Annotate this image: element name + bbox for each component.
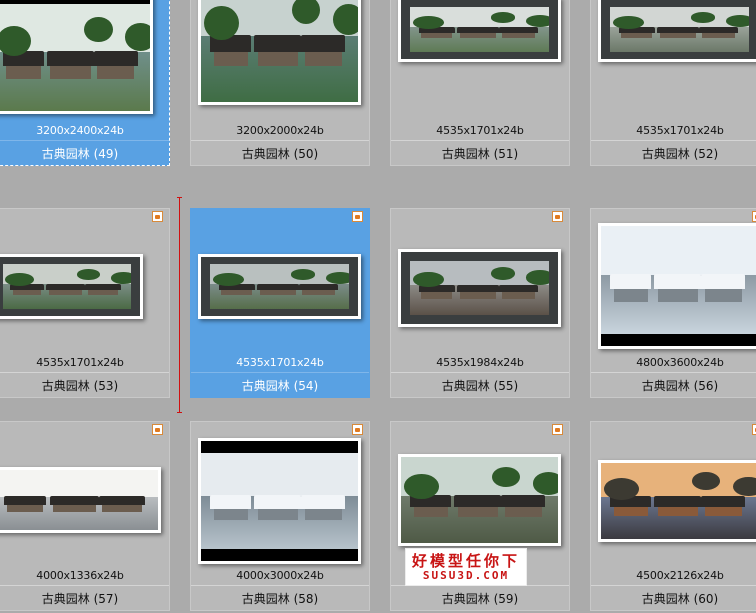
thumbnail-area [0, 422, 169, 566]
image-type-icon [552, 211, 563, 222]
image-type-icon [152, 211, 163, 222]
thumbnail-image[interactable] [0, 467, 161, 533]
watermark-slogan: 好模型任你下 [411, 552, 520, 570]
thumbnail-area [591, 422, 756, 566]
file-name-label[interactable]: 古典园林 (56) [591, 377, 756, 394]
thumbnail-tile[interactable]: 4535x1701x24b 古典园林 (53) [0, 208, 170, 398]
thumbnail-tile[interactable]: 4000x3000x24b 古典园林 (58) [190, 421, 370, 611]
file-name-label[interactable]: 古典园林 (50) [191, 145, 369, 162]
file-name-label[interactable]: 古典园林 (52) [591, 145, 756, 162]
thumbnail-grid: 3200x2400x24b 古典园林 (49) 3200x2000x24b 古典园林 … [0, 0, 756, 613]
caption-divider [591, 140, 756, 141]
image-dimensions: 4535x1701x24b [36, 356, 124, 369]
image-dimensions: 3200x2000x24b [236, 124, 324, 137]
image-type-icon [752, 211, 756, 222]
thumbnail-area [391, 422, 569, 566]
file-name-label[interactable]: 古典园林 (58) [191, 590, 369, 607]
thumbnail-tile[interactable]: 4000x1336x24b 古典园林 (57) [0, 421, 170, 611]
image-dimensions: 4535x1701x24b [236, 356, 324, 369]
thumbnail-area [191, 422, 369, 566]
caption-divider [191, 140, 369, 141]
thumbnail-area [591, 209, 756, 353]
thumbnail-tile[interactable]: 4800x3600x24b 古典园林 (56) [590, 208, 756, 398]
caption-divider [391, 140, 569, 141]
thumbnail-tile[interactable]: 3200x2400x24b 古典园林 (49) [0, 0, 170, 166]
thumbnail-image[interactable] [198, 0, 361, 105]
thumbnail-image[interactable] [0, 0, 153, 114]
caption-divider [0, 372, 169, 373]
image-dimensions: 4535x1984x24b [436, 356, 524, 369]
caption-divider [391, 372, 569, 373]
thumbnail-area [191, 0, 369, 121]
thumbnail-tile[interactable]: 4535x1984x24b 古典园林 (55) [390, 208, 570, 398]
thumbnail-area [191, 209, 369, 353]
caption-divider [191, 372, 369, 373]
thumbnail-area [591, 0, 756, 121]
image-type-icon [352, 211, 363, 222]
thumbnail-image[interactable] [198, 254, 361, 319]
image-dimensions: 4500x2126x24b [636, 569, 724, 582]
thumbnail-image[interactable] [0, 254, 143, 319]
file-name-label[interactable]: 古典园林 (53) [0, 377, 169, 394]
file-name-label[interactable]: 古典园林 (49) [0, 145, 169, 162]
thumbnail-tile[interactable]: 4535x1701x24b 古典园林 (52) [590, 0, 756, 166]
thumbnail-tile[interactable]: 4500x2126x24b 古典园林 (60) [590, 421, 756, 611]
thumbnail-area [391, 0, 569, 121]
thumbnail-image[interactable] [598, 460, 756, 542]
image-type-icon [752, 424, 756, 435]
file-name-label[interactable]: 古典园林 (51) [391, 145, 569, 162]
image-type-icon [552, 424, 563, 435]
image-dimensions: 4000x3000x24b [236, 569, 324, 582]
thumbnail-tile[interactable]: 4535x1701x24b 古典园林 (51) [390, 0, 570, 166]
thumbnail-tile[interactable]: 4535x1701x24b 古典园林 (54) [190, 208, 370, 398]
thumbnail-image[interactable] [398, 454, 561, 546]
thumbnail-image[interactable] [398, 0, 561, 62]
file-name-label[interactable]: 古典园林 (54) [191, 377, 369, 394]
thumbnail-image[interactable] [598, 0, 756, 62]
image-dimensions: 4535x1701x24b [436, 124, 524, 137]
thumbnail-image[interactable] [398, 249, 561, 327]
thumbnail-tile[interactable]: 3200x2000x24b 古典园林 (50) [190, 0, 370, 166]
thumbnail-area [0, 209, 169, 353]
site-watermark: 好模型任你下 SUSU3D.COM [405, 548, 527, 586]
caption-divider [591, 585, 756, 586]
file-name-label[interactable]: 古典园林 (57) [0, 590, 169, 607]
thumbnail-area [0, 0, 169, 121]
caption-divider [0, 140, 169, 141]
file-name-label[interactable]: 古典园林 (59) [391, 590, 569, 607]
image-type-icon [152, 424, 163, 435]
watermark-url: SUSU3D.COM [422, 569, 510, 582]
thumbnail-area [391, 209, 569, 353]
image-dimensions: 4000x1336x24b [36, 569, 124, 582]
image-dimensions: 4535x1701x24b [636, 124, 724, 137]
image-dimensions: 4800x3600x24b [636, 356, 724, 369]
image-dimensions: 3200x2400x24b [36, 124, 124, 137]
insertion-cursor [177, 197, 182, 413]
caption-divider [191, 585, 369, 586]
caption-divider [0, 585, 169, 586]
image-type-icon [352, 424, 363, 435]
thumbnail-image[interactable] [198, 438, 361, 564]
file-name-label[interactable]: 古典园林 (60) [591, 590, 756, 607]
file-name-label[interactable]: 古典园林 (55) [391, 377, 569, 394]
caption-divider [591, 372, 756, 373]
thumbnail-image[interactable] [598, 223, 756, 349]
